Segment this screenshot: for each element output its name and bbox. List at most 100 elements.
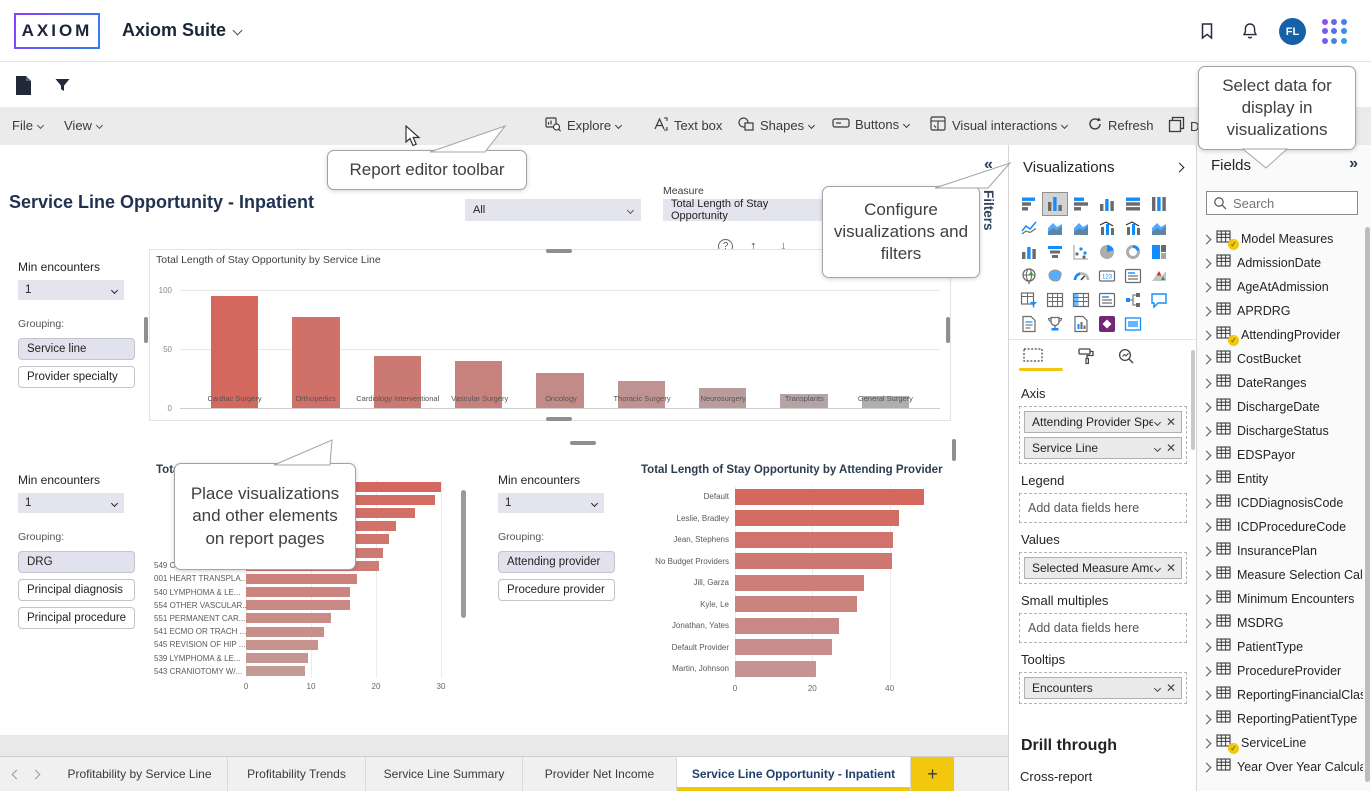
min-encounters-select[interactable]: 1 xyxy=(18,493,124,513)
format-pane-icon[interactable] xyxy=(1077,347,1095,370)
page-tab[interactable]: Profitability Trends xyxy=(228,757,366,791)
field-row[interactable]: ICDDiagnosisCode xyxy=(1199,491,1363,515)
bookmark-icon[interactable] xyxy=(1197,21,1217,46)
stacked-area-chart-icon[interactable] xyxy=(1069,217,1093,239)
stacked-column-chart-icon[interactable] xyxy=(1043,193,1067,215)
toolbar-visual-interactions-button[interactable]: Visual interactions xyxy=(930,116,1067,135)
card-icon[interactable]: 123 xyxy=(1095,265,1119,287)
bell-icon[interactable] xyxy=(1240,21,1260,46)
fields-pane-icon[interactable] xyxy=(1023,347,1043,368)
expand-chevron-icon[interactable] xyxy=(1202,426,1212,436)
treemap-icon[interactable] xyxy=(1147,241,1171,263)
analytics-pane-icon[interactable] xyxy=(1117,347,1135,370)
field-well[interactable]: Add data fields here xyxy=(1019,613,1187,643)
grouping-button[interactable]: Procedure provider xyxy=(498,579,615,601)
view-menu[interactable]: View xyxy=(64,118,102,133)
goals-icon[interactable] xyxy=(1043,313,1067,335)
field-row[interactable]: Measure Selection Cal... xyxy=(1199,563,1363,587)
chevron-down-icon[interactable] xyxy=(1154,444,1161,451)
min-encounters-select[interactable]: 1 xyxy=(498,493,604,513)
resize-handle-left[interactable] xyxy=(144,317,148,343)
gauge-icon[interactable] xyxy=(1069,265,1093,287)
decomposition-tree-icon[interactable] xyxy=(1121,289,1145,311)
chevrons-right-icon[interactable]: » xyxy=(1349,155,1358,173)
line-chart-icon[interactable] xyxy=(1017,217,1041,239)
filled-map-icon[interactable] xyxy=(1043,265,1067,287)
app-launcher-icon[interactable] xyxy=(1322,19,1348,45)
expand-chevron-icon[interactable] xyxy=(1202,570,1212,580)
expand-chevron-icon[interactable] xyxy=(1202,546,1212,556)
paginated-report-icon[interactable] xyxy=(1017,313,1041,335)
document-icon[interactable] xyxy=(14,75,33,101)
multi-row-card-icon[interactable] xyxy=(1121,265,1145,287)
remove-field-icon[interactable]: ✕ xyxy=(1166,561,1176,575)
funnel-chart-icon[interactable] xyxy=(1043,241,1067,263)
expand-chevron-icon[interactable] xyxy=(1202,354,1212,364)
field-row[interactable]: PatientType xyxy=(1199,635,1363,659)
add-page-button[interactable]: + xyxy=(911,757,954,791)
remove-field-icon[interactable]: ✕ xyxy=(1166,681,1176,695)
pie-chart-icon[interactable] xyxy=(1095,241,1119,263)
chevron-down-icon[interactable] xyxy=(1154,564,1161,571)
field-row[interactable]: ✓Model Measures xyxy=(1199,227,1363,251)
expand-chevron-icon[interactable] xyxy=(1202,618,1212,628)
expand-chevron-icon[interactable] xyxy=(1202,450,1212,460)
expand-chevron-icon[interactable] xyxy=(1202,258,1212,268)
toolbar-shapes-button[interactable]: Shapes xyxy=(737,116,814,135)
chevron-down-icon[interactable] xyxy=(1154,684,1161,691)
line-and-clustered-column-chart-icon[interactable] xyxy=(1121,217,1145,239)
expand-chevron-icon[interactable] xyxy=(1202,378,1212,388)
field-well[interactable]: Selected Measure Amou✕ xyxy=(1019,552,1187,584)
expand-chevron-icon[interactable] xyxy=(1202,666,1212,676)
table-icon[interactable] xyxy=(1043,289,1067,311)
clustered-bar-chart-icon[interactable] xyxy=(1069,193,1093,215)
expand-chevron-icon[interactable] xyxy=(1202,690,1212,700)
field-row[interactable]: ReportingFinancialClass xyxy=(1199,683,1363,707)
remove-field-icon[interactable]: ✕ xyxy=(1166,415,1176,429)
remove-field-icon[interactable]: ✕ xyxy=(1166,441,1176,455)
expand-chevron-icon[interactable] xyxy=(1202,594,1212,604)
grouping-button[interactable]: Provider specialty xyxy=(18,366,135,388)
expand-chevron-icon[interactable] xyxy=(1202,282,1212,292)
min-encounters-select[interactable]: 1 xyxy=(18,280,124,300)
page-tab[interactable]: Provider Net Income xyxy=(523,757,677,791)
waterfall-chart-icon[interactable] xyxy=(1017,241,1041,263)
field-row[interactable]: AgeAtAdmission xyxy=(1199,275,1363,299)
placeholder-visual-icon[interactable] xyxy=(1121,313,1145,335)
field-row[interactable]: EDSPayor xyxy=(1199,443,1363,467)
toolbar-refresh-button[interactable]: Refresh xyxy=(1087,116,1154,135)
power-apps-icon[interactable] xyxy=(1095,313,1119,335)
field-row[interactable]: Year Over Year Calcula... xyxy=(1199,755,1363,779)
axiom-logo[interactable]: AXIOM xyxy=(14,13,100,49)
page-tab[interactable]: Service Line Summary xyxy=(366,757,523,791)
field-well[interactable]: Encounters✕ xyxy=(1019,672,1187,704)
field-row[interactable]: Entity xyxy=(1199,467,1363,491)
stacked-bar-chart-icon[interactable] xyxy=(1017,193,1041,215)
search-input[interactable] xyxy=(1233,196,1343,211)
chevron-right-icon[interactable] xyxy=(1175,163,1185,173)
field-pill[interactable]: Service Line✕ xyxy=(1024,437,1182,459)
viz-panel-scrollbar[interactable] xyxy=(1191,350,1195,450)
grouping-button[interactable]: Principal procedure xyxy=(18,607,135,629)
100-stacked-column-chart-icon[interactable] xyxy=(1147,193,1171,215)
entity-filter-dropdown[interactable]: All xyxy=(465,199,641,221)
expand-chevron-icon[interactable] xyxy=(1202,498,1212,508)
area-chart-icon[interactable] xyxy=(1043,217,1067,239)
expand-chevron-icon[interactable] xyxy=(1202,642,1212,652)
field-pill[interactable]: Attending Provider Spec✕ xyxy=(1024,411,1182,433)
chart-scrollbar[interactable] xyxy=(461,490,466,618)
field-row[interactable]: DateRanges xyxy=(1199,371,1363,395)
field-well[interactable]: Attending Provider Spec✕ Service Line✕ xyxy=(1019,406,1187,464)
resize-handle-right[interactable] xyxy=(946,317,950,343)
field-row[interactable]: APRDRG xyxy=(1199,299,1363,323)
measure-dropdown[interactable]: Total Length of Stay Opportunity xyxy=(663,199,838,221)
field-row[interactable]: InsurancePlan xyxy=(1199,539,1363,563)
field-row[interactable]: DischargeDate xyxy=(1199,395,1363,419)
page-tab[interactable]: Profitability by Service Line xyxy=(52,757,228,791)
toolbar-textbox-button[interactable]: Text box xyxy=(652,116,722,135)
tab-scroll-left-icon[interactable] xyxy=(12,769,22,779)
toolbar-explore-button[interactable]: Explore xyxy=(545,116,621,135)
scatter-chart-icon[interactable] xyxy=(1069,241,1093,263)
expand-chevron-icon[interactable] xyxy=(1202,306,1212,316)
file-menu[interactable]: File xyxy=(12,118,43,133)
